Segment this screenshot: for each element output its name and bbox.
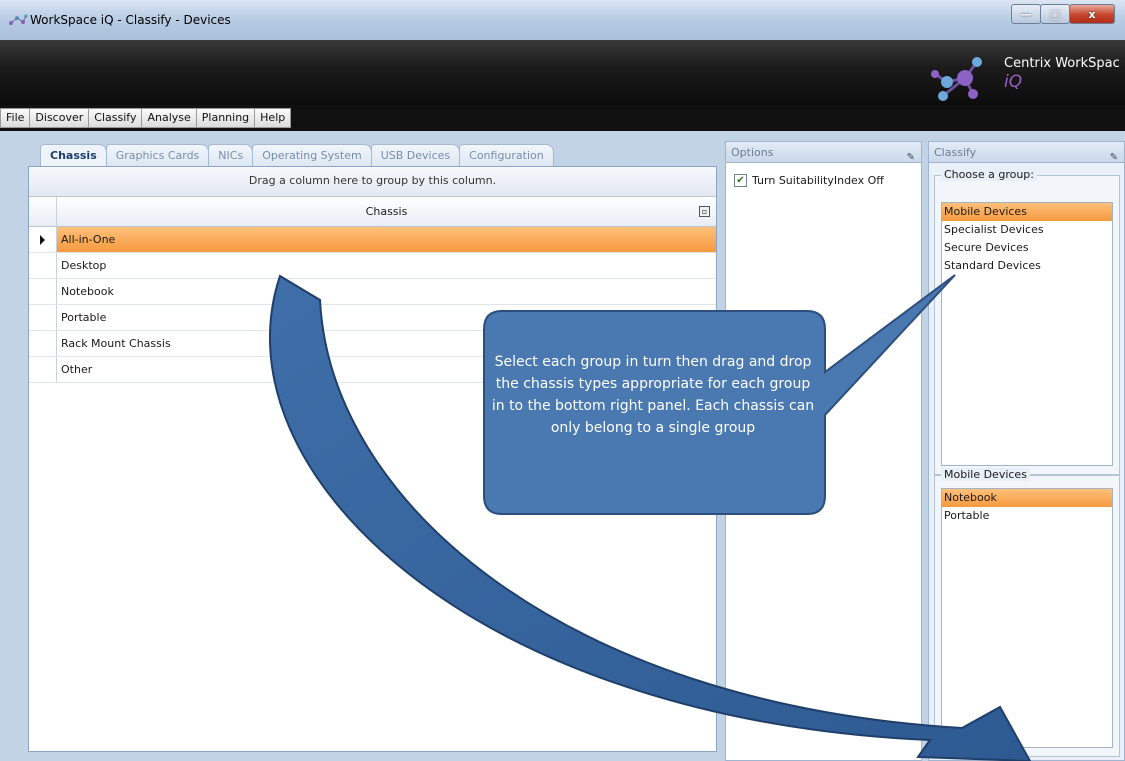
- list-item[interactable]: Secure Devices: [942, 239, 1112, 257]
- tab-nics[interactable]: NICs: [208, 144, 254, 166]
- table-cell[interactable]: Portable: [57, 305, 716, 330]
- table-cell[interactable]: Notebook: [57, 279, 716, 304]
- row-indicator: [29, 357, 57, 382]
- menu-help[interactable]: Help: [255, 109, 290, 127]
- classify-panel: Classify ✎ Choose a group: Mobile Device…: [928, 141, 1125, 761]
- window-controls: — □ x: [1011, 4, 1115, 24]
- suitability-toggle[interactable]: ✔ Turn SuitabilityIndex Off: [734, 174, 884, 187]
- menu-discover[interactable]: Discover: [30, 109, 90, 127]
- options-title: Options: [731, 146, 774, 159]
- classify-title: Classify: [934, 146, 977, 159]
- row-indicator-header: [29, 197, 57, 226]
- row-indicator: [29, 253, 57, 278]
- menu-bar: File Discover Classify Analyse Planning …: [0, 105, 1125, 131]
- classify-body: Choose a group: Mobile Devices Specialis…: [928, 163, 1125, 761]
- close-button[interactable]: x: [1069, 4, 1115, 24]
- current-row-arrow-icon: [40, 235, 45, 245]
- tab-configuration[interactable]: Configuration: [459, 144, 554, 166]
- row-indicator: [29, 331, 57, 356]
- row-indicator: [29, 279, 57, 304]
- filter-icon[interactable]: ▫: [699, 206, 710, 217]
- brand-name: Centrix WorkSpac: [1004, 56, 1120, 71]
- table-row[interactable]: All-in-One: [29, 227, 716, 253]
- group-members-list[interactable]: Notebook Portable: [941, 488, 1113, 748]
- suitability-checkbox[interactable]: ✔: [734, 174, 747, 187]
- list-item[interactable]: Standard Devices: [942, 257, 1112, 275]
- menu-items: File Discover Classify Analyse Planning …: [0, 108, 292, 128]
- options-panel: Options ✎ ✔ Turn SuitabilityIndex Off: [725, 141, 922, 761]
- callout-text: Select each group in turn then drag and …: [491, 354, 815, 436]
- centrix-logo-icon: [931, 57, 982, 101]
- group-members-box: Mobile Devices Notebook Portable: [934, 468, 1120, 757]
- table-row[interactable]: Desktop: [29, 253, 716, 279]
- list-item[interactable]: Portable: [942, 507, 1112, 525]
- choose-group-box: Choose a group: Mobile Devices Specialis…: [934, 168, 1120, 475]
- tab-chassis[interactable]: Chassis: [40, 144, 107, 166]
- table-cell[interactable]: Desktop: [57, 253, 716, 278]
- menu-file[interactable]: File: [1, 109, 31, 127]
- options-body: ✔ Turn SuitabilityIndex Off: [725, 163, 922, 761]
- maximize-button[interactable]: □: [1040, 4, 1070, 24]
- chassis-grid: Drag a column here to group by this colu…: [28, 166, 717, 752]
- choose-group-label: Choose a group:: [941, 168, 1037, 181]
- list-item[interactable]: Notebook: [942, 489, 1112, 507]
- row-indicator: [29, 227, 57, 252]
- network-molecule-icon: [9, 14, 28, 25]
- tab-graphics-cards[interactable]: Graphics Cards: [105, 144, 210, 166]
- tab-usb-devices[interactable]: USB Devices: [370, 144, 461, 166]
- menu-classify[interactable]: Classify: [89, 109, 143, 127]
- group-list[interactable]: Mobile Devices Specialist Devices Secure…: [941, 202, 1113, 466]
- menu-planning[interactable]: Planning: [197, 109, 256, 127]
- window-title: WorkSpace iQ - Classify - Devices: [30, 13, 231, 27]
- title-bar: WorkSpace iQ - Classify - Devices — □ x: [0, 0, 1125, 40]
- table-row[interactable]: Notebook: [29, 279, 716, 305]
- table-cell[interactable]: All-in-One: [57, 227, 716, 252]
- column-header-chassis[interactable]: Chassis: [57, 197, 716, 226]
- options-header: Options ✎: [725, 141, 922, 163]
- row-indicator: [29, 305, 57, 330]
- grid-header: Chassis ▫: [29, 197, 716, 227]
- table-row[interactable]: Portable: [29, 305, 716, 331]
- menu-analyse[interactable]: Analyse: [142, 109, 197, 127]
- tab-operating-system[interactable]: Operating System: [252, 144, 372, 166]
- minimize-button[interactable]: —: [1011, 4, 1041, 24]
- suitability-label: Turn SuitabilityIndex Off: [752, 174, 884, 187]
- device-tabs: Chassis Graphics Cards NICs Operating Sy…: [40, 144, 554, 166]
- list-item[interactable]: Specialist Devices: [942, 221, 1112, 239]
- brand-sub: iQ: [1004, 72, 1023, 92]
- classify-header: Classify ✎: [928, 141, 1125, 163]
- list-item[interactable]: Mobile Devices: [942, 203, 1112, 221]
- group-by-area[interactable]: Drag a column here to group by this colu…: [29, 167, 716, 197]
- group-members-label: Mobile Devices: [941, 468, 1030, 481]
